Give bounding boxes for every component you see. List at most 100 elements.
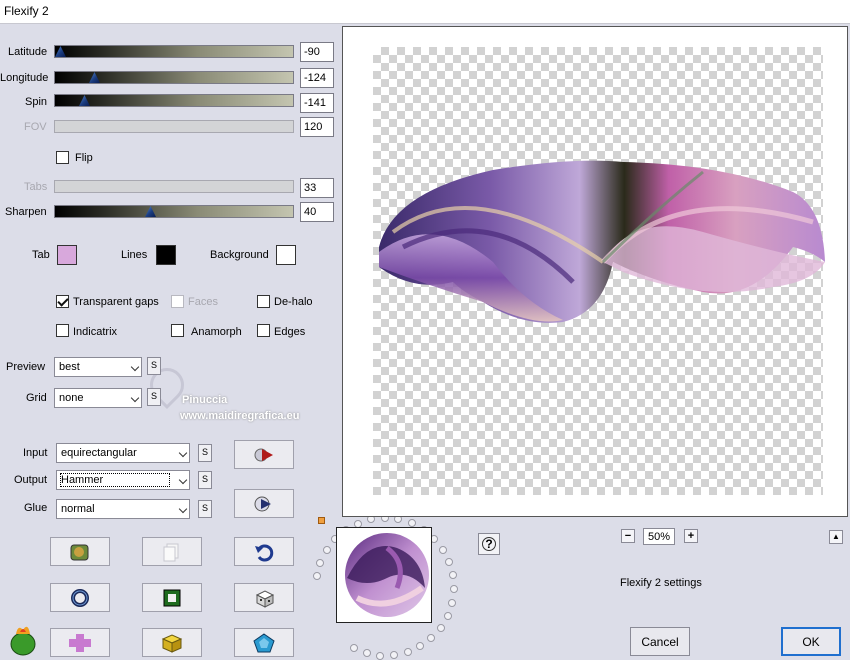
latitude-label: Latitude <box>8 46 48 58</box>
thumbnail-image <box>345 533 429 617</box>
wheel-dot[interactable] <box>436 623 445 632</box>
output-s-button[interactable]: S <box>198 471 212 489</box>
longitude-label: Longitude <box>0 72 49 84</box>
copy-icon <box>163 543 179 561</box>
globe-arrow-icon <box>254 448 273 461</box>
ok-button[interactable]: OK <box>781 627 841 656</box>
wheel-dot[interactable] <box>322 546 331 555</box>
preview-select-value: best <box>59 361 80 373</box>
flaming-pear-logo[interactable] <box>6 624 40 656</box>
square-frame-icon <box>163 589 181 606</box>
preview-canvas[interactable] <box>342 26 848 517</box>
output-projection-select[interactable]: Hammer <box>56 470 190 490</box>
dice-icon <box>255 589 275 608</box>
zoom-out-button[interactable]: − <box>621 529 635 543</box>
wheel-dot[interactable] <box>403 648 412 657</box>
flip-label: Flip <box>75 152 93 164</box>
spin-slider-thumb[interactable] <box>79 95 90 106</box>
wheel-dot[interactable] <box>449 571 457 580</box>
latitude-slider[interactable] <box>54 45 294 58</box>
tabs-label: Tabs <box>24 181 48 193</box>
edges-checkbox[interactable] <box>257 324 270 337</box>
ring-icon <box>71 588 89 607</box>
wheel-dot[interactable] <box>416 642 425 651</box>
output-label: Output <box>14 474 48 486</box>
indicatrix-checkbox[interactable] <box>56 324 69 337</box>
undo-icon <box>255 544 274 561</box>
preview-select[interactable]: best <box>54 357 142 377</box>
settings-caption: Flexify 2 settings <box>620 577 702 589</box>
tile-button[interactable] <box>50 628 110 657</box>
background-color-label: Background <box>210 249 269 261</box>
dehalo-checkbox[interactable] <box>257 295 270 308</box>
indicatrix-label: Indicatrix <box>73 326 118 338</box>
ring-button[interactable] <box>50 583 110 612</box>
copy-button <box>142 537 202 566</box>
window-title: Flexify 2 <box>4 4 49 18</box>
random-button[interactable] <box>50 537 110 566</box>
transparent-gaps-checkbox[interactable] <box>56 295 69 308</box>
spin-slider[interactable] <box>54 94 294 107</box>
polyhedron-button[interactable] <box>234 628 294 657</box>
lines-color-swatch[interactable] <box>156 245 176 265</box>
wheel-dot[interactable] <box>427 634 436 643</box>
frame-button[interactable] <box>142 583 202 612</box>
input-projection-select[interactable]: equirectangular <box>56 443 190 463</box>
lines-color-label: Lines <box>121 249 148 261</box>
chevron-down-icon <box>178 448 188 458</box>
latitude-slider-thumb[interactable] <box>55 46 66 57</box>
faces-checkbox <box>171 295 184 308</box>
anamorph-checkbox[interactable] <box>171 324 184 337</box>
chevron-down-icon <box>130 393 140 403</box>
wheel-dot[interactable] <box>390 651 399 660</box>
wheel-dot[interactable] <box>362 649 371 658</box>
wheel-dot[interactable] <box>376 651 385 660</box>
sharpen-slider-thumb[interactable] <box>145 206 156 217</box>
tab-color-swatch[interactable] <box>57 245 77 265</box>
wheel-dot[interactable] <box>449 585 458 594</box>
longitude-slider[interactable] <box>54 71 294 84</box>
undo-button[interactable] <box>234 537 294 566</box>
spin-value-field[interactable]: -141 <box>300 93 334 113</box>
output-projection-value: Hammer <box>60 473 170 487</box>
render-preview-button[interactable] <box>234 489 294 518</box>
play-preview-button[interactable] <box>234 440 294 469</box>
longitude-value-field[interactable]: -124 <box>300 68 334 88</box>
dice-button[interactable] <box>234 583 294 612</box>
help-button[interactable]: ? <box>478 533 500 555</box>
glue-s-button[interactable]: S <box>198 500 212 518</box>
input-label: Input <box>23 447 48 459</box>
sharpen-value-field[interactable]: 40 <box>300 202 334 222</box>
pentagon-icon <box>253 632 275 652</box>
watermark-name: Pinuccia <box>182 394 228 406</box>
wheel-dot[interactable] <box>312 572 321 581</box>
preview-s-button[interactable]: S <box>147 357 161 375</box>
flip-checkbox[interactable] <box>56 151 69 164</box>
zoom-in-button[interactable]: + <box>684 529 698 543</box>
cross-tiles-icon <box>69 633 91 652</box>
wheel-dot[interactable] <box>316 558 325 567</box>
input-s-button[interactable]: S <box>198 444 212 462</box>
wheel-dot[interactable] <box>439 545 448 554</box>
cube-button[interactable] <box>142 628 202 657</box>
transparent-gaps-label: Transparent gaps <box>73 296 159 308</box>
latitude-value-field[interactable]: -90 <box>300 42 334 62</box>
fov-value-field: 120 <box>300 117 334 137</box>
longitude-slider-thumb[interactable] <box>89 72 100 83</box>
grid-select[interactable]: none <box>54 388 142 408</box>
wheel-dot[interactable] <box>443 611 452 620</box>
preset-thumbnail[interactable] <box>336 527 432 623</box>
spin-label: Spin <box>25 96 48 108</box>
preview-label: Preview <box>6 361 46 373</box>
grid-label: Grid <box>26 392 47 404</box>
glue-select[interactable]: normal <box>56 499 190 519</box>
wheel-dot[interactable] <box>445 558 454 566</box>
cancel-button[interactable]: Cancel <box>630 627 690 656</box>
sharpen-slider[interactable] <box>54 205 294 218</box>
background-color-swatch[interactable] <box>276 245 296 265</box>
collapse-button[interactable]: ▲ <box>829 530 843 544</box>
grid-s-button[interactable]: S <box>147 388 161 406</box>
pear-logo-icon <box>10 626 36 656</box>
wheel-dot[interactable] <box>448 598 457 607</box>
wheel-dot[interactable] <box>349 644 358 653</box>
